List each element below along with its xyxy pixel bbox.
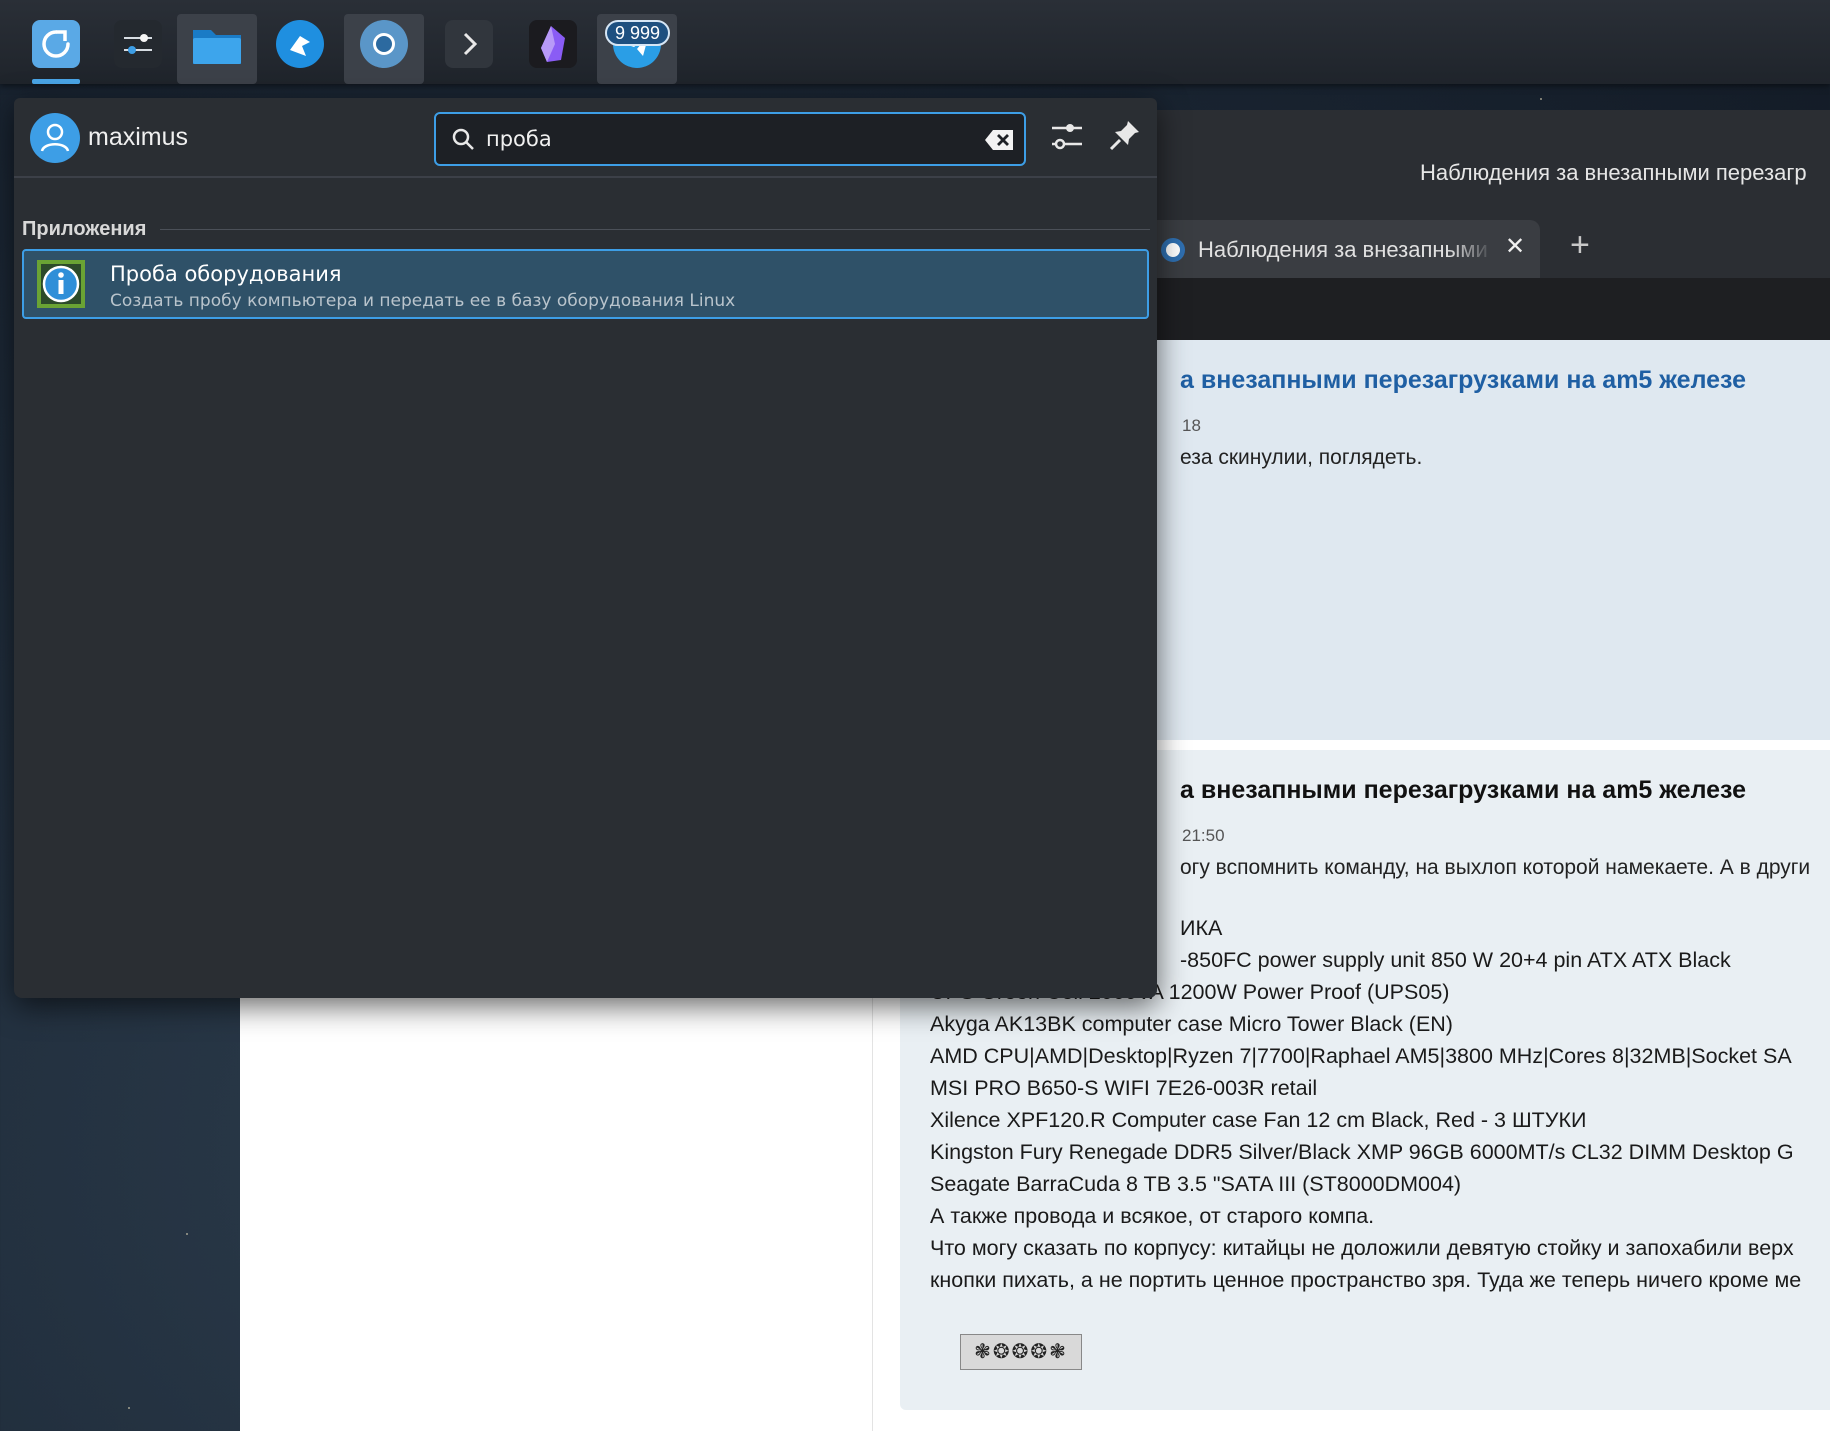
- search-field[interactable]: [434, 112, 1026, 166]
- taskbar-item-file-manager[interactable]: [177, 14, 257, 84]
- wallpaper-star: [1540, 98, 1542, 100]
- post-line: Kingston Fury Renegade DDR5 Silver/Black…: [930, 1140, 1794, 1164]
- filter-settings-icon[interactable]: [1050, 118, 1084, 152]
- post-line: Akyga AK13BK computer case Micro Tower B…: [930, 1012, 1453, 1036]
- user-avatar[interactable]: [30, 113, 80, 163]
- username: maximus: [88, 123, 189, 151]
- hardware-probe-icon: [37, 260, 85, 308]
- section-header-applications: Приложения: [22, 218, 1150, 248]
- taskbar-item-telegram[interactable]: 9 999: [597, 14, 677, 84]
- result-description: Создать пробу компьютера и передать ее в…: [110, 291, 736, 311]
- post-line: Xilence XPF120.R Computer case Fan 12 cm…: [930, 1108, 1587, 1132]
- search-icon: [452, 128, 474, 150]
- section-title: Приложения: [22, 218, 161, 241]
- post-line: кнопки пихать, а не портить ценное прост…: [930, 1268, 1802, 1292]
- post-date: 18: [1182, 416, 1201, 435]
- taskbar-item-application-launcher[interactable]: [16, 14, 96, 84]
- post-line: А также провода и всякое, от старого ком…: [930, 1204, 1375, 1228]
- post-line: AMD CPU|AMD|Desktop|Ryzen 7|7700|Raphael…: [930, 1044, 1792, 1068]
- window-title: Наблюдения за внезапными перезагр: [1420, 160, 1807, 185]
- post-text: огу вспомнить команду, на выхлоп которой…: [1180, 856, 1811, 879]
- section-divider: [22, 229, 1150, 230]
- emoji-strip: ❃❂❂❂❃: [960, 1334, 1082, 1370]
- wallpaper-star: [186, 1233, 188, 1235]
- browser-tab[interactable]: Наблюдения за внезапными ✕: [1145, 220, 1540, 278]
- application-launcher-popup: maximus Приложения Проба оборудования Со…: [14, 98, 1157, 998]
- taskbar-item-terminal[interactable]: [429, 14, 509, 84]
- kdeconnect-icon: [276, 20, 324, 68]
- settings-sliders-icon: [114, 20, 162, 68]
- wallpaper-star: [128, 1407, 130, 1409]
- search-input[interactable]: [486, 122, 956, 156]
- launcher-header: maximus: [14, 98, 1157, 178]
- folder-icon: [191, 20, 243, 68]
- post-text: еза скинулии, поглядеть.: [1180, 446, 1423, 469]
- pin-icon[interactable]: [1108, 118, 1142, 152]
- launcher-icon: [32, 20, 80, 68]
- tab-favicon-icon: [1161, 238, 1185, 262]
- post-line: Что могу сказать по корпусу: китайцы не …: [930, 1236, 1794, 1260]
- chromium-icon: [360, 20, 408, 68]
- post-line: MSI PRO B650-S WIFI 7E26-003R retail: [930, 1076, 1318, 1100]
- taskbar-item-system-settings[interactable]: [98, 14, 178, 84]
- obsidian-icon: [529, 20, 577, 68]
- post-line: Seagate BarraCuda 8 TB 3.5 "SATA III (ST…: [930, 1172, 1462, 1196]
- taskbar-item-obsidian[interactable]: [513, 14, 593, 84]
- taskbar-item-kdeconnect[interactable]: [260, 14, 340, 84]
- terminal-icon: [445, 20, 493, 68]
- search-result-item[interactable]: Проба оборудования Создать пробу компьют…: [22, 249, 1149, 319]
- active-indicator: [32, 79, 80, 84]
- post-date: 21:50: [1182, 826, 1225, 845]
- clear-search-icon[interactable]: [984, 126, 1016, 154]
- tab-title: Наблюдения за внезапными: [1198, 237, 1488, 262]
- taskbar-item-chromium[interactable]: [344, 14, 424, 84]
- post-title: а внезапными перезагрузками на am5 желез…: [1180, 776, 1747, 804]
- unread-badge: 9 999: [605, 20, 671, 46]
- result-title: Проба оборудования: [110, 262, 342, 286]
- new-tab-button[interactable]: +: [1570, 226, 1590, 265]
- top-panel: 9 999: [0, 0, 1830, 84]
- tab-close-button[interactable]: ✕: [1505, 232, 1525, 261]
- post-title-link[interactable]: а внезапными перезагрузками на am5 желез…: [1180, 366, 1746, 395]
